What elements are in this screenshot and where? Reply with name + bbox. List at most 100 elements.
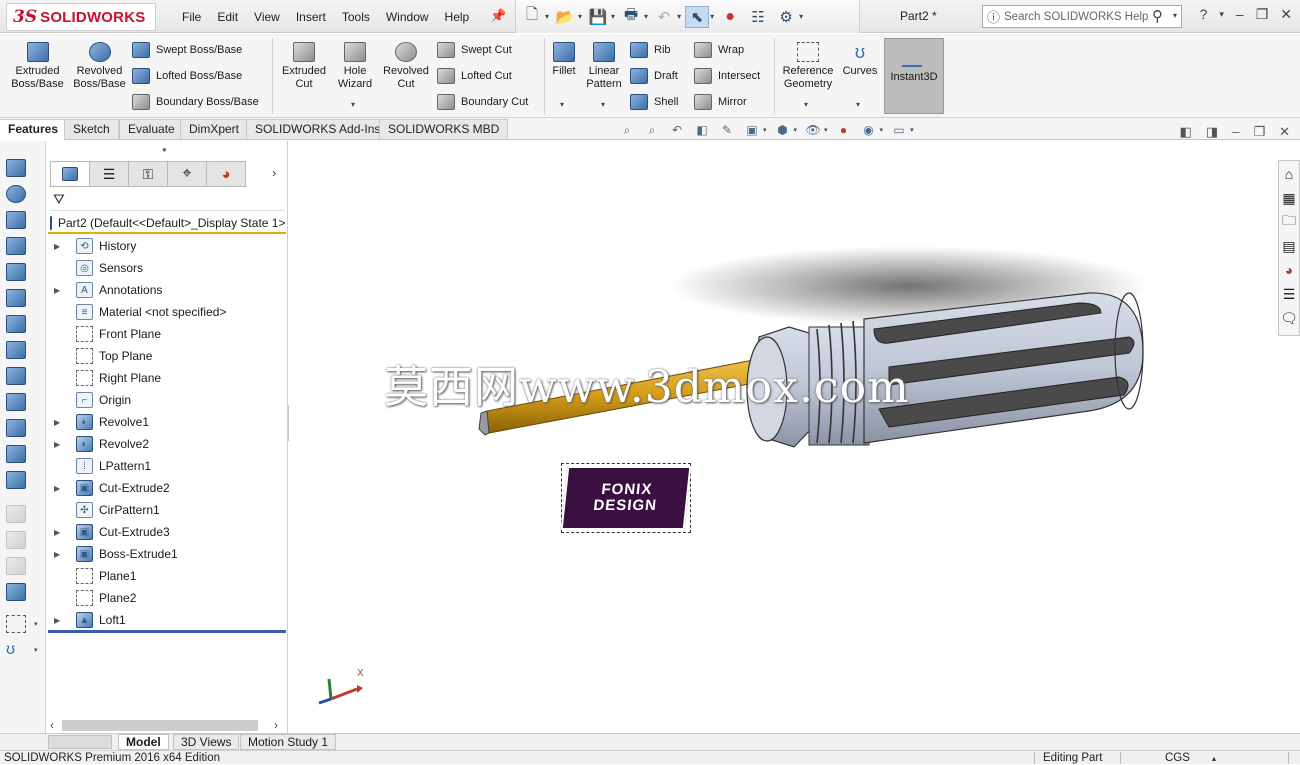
save-icon[interactable]: 💾: [586, 6, 610, 28]
view-palette-icon[interactable]: ▤: [1279, 235, 1299, 257]
options-dropdown-icon[interactable]: ▾: [799, 12, 803, 21]
doc-restore-icon[interactable]: ❐: [1253, 124, 1265, 140]
tree-item-history[interactable]: ▶ ⟲ History: [46, 235, 286, 257]
tile-right-icon[interactable]: ◨: [1206, 124, 1218, 140]
zoom-to-area-icon[interactable]: ⌕: [643, 122, 661, 138]
shell-button[interactable]: Shell: [630, 94, 678, 110]
tab-navigation-arrows[interactable]: [48, 735, 112, 749]
apply-scene-icon[interactable]: ◉: [860, 122, 878, 138]
tree-item-material-not-specified[interactable]: ≡ Material <not specified>: [46, 301, 286, 323]
graphics-area[interactable]: 莫西网www.3dmox.com FONIX DESIGN X: [289, 141, 1278, 735]
curves-dropdown-icon[interactable]: ▾: [856, 100, 860, 109]
draft-button[interactable]: Draft: [630, 68, 678, 84]
scroll-right-icon[interactable]: ›: [274, 718, 278, 732]
combine-icon[interactable]: [6, 583, 26, 601]
tree-item-sensors[interactable]: ◎ Sensors: [46, 257, 286, 279]
tab-features[interactable]: Features: [0, 119, 68, 140]
close-icon[interactable]: ✕: [1280, 6, 1292, 23]
fillet-shortcut-icon[interactable]: [6, 289, 26, 307]
curves-button[interactable]: ʊ Curves: [840, 42, 880, 78]
tree-item-revolve1[interactable]: ▶ ◐ Revolve1: [46, 411, 286, 433]
expand-arrow-icon[interactable]: ▶: [54, 242, 66, 251]
new-document-icon[interactable]: 🗋: [520, 6, 544, 28]
tab-3d-views[interactable]: 3D Views: [173, 734, 240, 750]
search-icon[interactable]: ⚲: [1152, 7, 1163, 25]
help-search-box[interactable]: ⓘ Search SOLIDWORKS Help ⚲ ▾: [982, 5, 1182, 28]
pin-menu-icon[interactable]: 📌: [490, 8, 506, 24]
extruded-boss-button[interactable]: Extruded Boss/Base: [10, 42, 65, 91]
expand-arrow-icon[interactable]: ▶: [54, 616, 66, 625]
view-settings-icon[interactable]: ▭: [890, 122, 908, 138]
restore-icon[interactable]: ❐: [1256, 6, 1269, 23]
appearances-icon[interactable]: ◕: [1279, 259, 1299, 281]
tab-model[interactable]: Model: [118, 734, 169, 750]
scroll-thumb[interactable]: [62, 720, 258, 731]
revolved-cut-button[interactable]: Revolved Cut: [380, 42, 432, 91]
feature-manager-tab-icon[interactable]: [50, 161, 90, 187]
extrude-icon[interactable]: [6, 159, 26, 177]
tree-item-cut-extrude2[interactable]: ▶ ▣ Cut-Extrude2: [46, 477, 286, 499]
previous-view-icon[interactable]: ↶: [668, 122, 686, 138]
tree-horizontal-scrollbar[interactable]: ‹ ›: [46, 717, 288, 734]
mirror-shortcut-icon[interactable]: [6, 471, 26, 489]
tree-item-cut-extrude3[interactable]: ▶ ▣ Cut-Extrude3: [46, 521, 286, 543]
curve-shortcut-icon[interactable]: ʊ: [6, 641, 26, 659]
tree-item-origin[interactable]: ⌐ Origin: [46, 389, 286, 411]
scroll-left-icon[interactable]: ‹: [50, 718, 54, 732]
expand-arrow-icon[interactable]: ▶: [54, 484, 66, 493]
tree-item-lpattern1[interactable]: ⁞ LPattern1: [46, 455, 286, 477]
expand-arrow-icon[interactable]: ▶: [54, 528, 66, 537]
menu-edit[interactable]: Edit: [209, 10, 246, 24]
view-settings-dropdown-icon[interactable]: ▾: [910, 126, 914, 134]
menu-insert[interactable]: Insert: [288, 10, 334, 24]
hide-show-dropdown-icon[interactable]: ▾: [824, 126, 828, 134]
expand-arrow-icon[interactable]: ▶: [54, 440, 66, 449]
more-tabs-chevron-icon[interactable]: ›: [272, 165, 276, 180]
open-dropdown-icon[interactable]: ▾: [578, 12, 582, 21]
rib-shortcut-icon[interactable]: [6, 393, 26, 411]
zoom-to-fit-icon[interactable]: ⌕: [618, 122, 636, 138]
units-selector[interactable]: CGS: [1165, 752, 1190, 765]
tree-item-cirpattern1[interactable]: ✣ CirPattern1: [46, 499, 286, 521]
tab-sketch[interactable]: Sketch: [64, 119, 119, 140]
help-dropdown-icon[interactable]: ▾: [1219, 6, 1224, 23]
tab-motion-study[interactable]: Motion Study 1: [240, 734, 337, 750]
fillet-dropdown-icon[interactable]: ▾: [560, 100, 564, 109]
chamfer-icon[interactable]: [6, 315, 26, 333]
doc-minimize-icon[interactable]: –: [1232, 124, 1239, 140]
custom-properties-icon[interactable]: ☰: [1279, 283, 1299, 305]
revolved-boss-button[interactable]: Revolved Boss/Base: [72, 42, 127, 91]
boundary-icon[interactable]: [6, 263, 26, 281]
print-icon[interactable]: 🖶: [619, 6, 643, 28]
configuration-manager-tab-icon[interactable]: ⚿: [128, 161, 168, 187]
hole-shortcut-icon[interactable]: [6, 419, 26, 437]
solidworks-resources-icon[interactable]: ⌂: [1279, 163, 1299, 185]
shell-shortcut-icon[interactable]: [6, 367, 26, 385]
lofted-boss-button[interactable]: Lofted Boss/Base: [132, 68, 242, 84]
file-properties-icon[interactable]: ☷: [746, 6, 770, 28]
tree-root-part[interactable]: Part2 (Default<<Default>_Display State 1…: [48, 214, 286, 234]
new-dropdown-icon[interactable]: ▾: [545, 12, 549, 21]
tree-item-front-plane[interactable]: Front Plane: [46, 323, 286, 345]
tree-item-annotations[interactable]: ▶ A Annotations: [46, 279, 286, 301]
display-manager-tab-icon[interactable]: ◕: [206, 161, 246, 187]
pattern-dropdown-icon[interactable]: ▾: [601, 100, 605, 109]
scene-dropdown-icon[interactable]: ▾: [880, 126, 884, 134]
boundary-cut-button[interactable]: Boundary Cut: [437, 94, 528, 110]
print-dropdown-icon[interactable]: ▾: [644, 12, 648, 21]
dynamic-annotation-icon[interactable]: ✎: [718, 122, 736, 138]
help-icon[interactable]: ?: [1200, 6, 1208, 23]
tile-left-icon[interactable]: ◧: [1180, 124, 1192, 140]
hole-wizard-dropdown-icon[interactable]: ▾: [351, 100, 355, 109]
mirror-button[interactable]: Mirror: [694, 94, 747, 110]
select-dropdown-icon[interactable]: ▾: [710, 12, 714, 21]
property-manager-tab-icon[interactable]: ☰: [89, 161, 129, 187]
file-explorer-icon[interactable]: 🗀: [1279, 211, 1299, 233]
rib-button[interactable]: Rib: [630, 42, 671, 58]
tab-evaluate[interactable]: Evaluate: [119, 119, 184, 140]
select-cursor-icon[interactable]: ⬉: [685, 5, 710, 28]
instant3d-button[interactable]: Instant3D: [884, 38, 944, 114]
view-orientation-icon[interactable]: ▣: [743, 122, 761, 138]
tab-mbd[interactable]: SOLIDWORKS MBD: [379, 119, 509, 140]
tab-dimxpert[interactable]: DimXpert: [180, 119, 249, 140]
